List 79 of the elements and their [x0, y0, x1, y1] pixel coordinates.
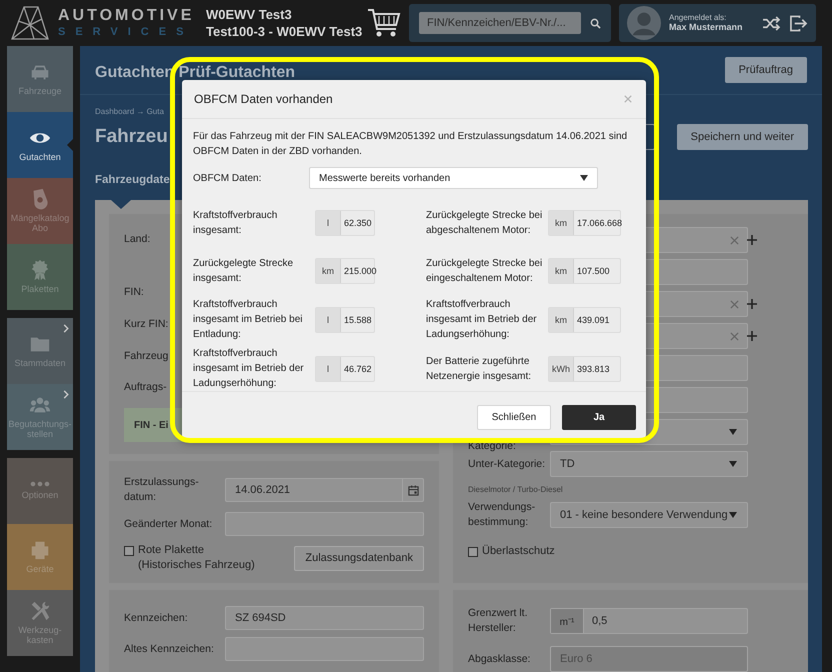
logo-name: AUTOMOTIVE: [58, 8, 194, 24]
dialog-title: OBFCM Daten vorhanden: [194, 92, 333, 106]
close-button[interactable]: Schließen: [477, 404, 551, 430]
reading-field[interactable]: km 215.000: [315, 258, 375, 284]
reading-field[interactable]: km 17.066.668: [548, 210, 621, 236]
user-name: Max Mustermann: [669, 22, 744, 33]
confirm-button[interactable]: Ja: [562, 404, 636, 430]
field-label: Geänderter Monat:: [124, 516, 214, 532]
card-notch: [111, 200, 131, 209]
input-field[interactable]: [225, 637, 424, 661]
input-field[interactable]: SZ 694SD: [225, 606, 424, 630]
logout-icon[interactable]: [789, 14, 808, 32]
caret-icon: [580, 175, 588, 181]
registration-database-button[interactable]: Zulassungsdatenbank: [294, 546, 424, 570]
selection-notch: [67, 139, 73, 151]
field-label: Kurz FIN:: [124, 317, 168, 332]
add-icon[interactable]: [747, 299, 757, 309]
reading-label: Der Batterie zugeführte Netzenergie insgesamt:: [426, 354, 532, 384]
reading-label: Zurückgelegte Strecke bei abgeschaltenem Motor:: [426, 209, 544, 238]
select-field[interactable]: TD: [550, 451, 748, 477]
logo-icon: [10, 5, 50, 41]
select-field[interactable]: Messwerte bereits vorhanden: [309, 167, 598, 189]
caret-icon: [729, 429, 737, 435]
field-label: Grenzwert lt. Hersteller:: [468, 606, 529, 636]
field-label: Verwendungs-bestimmung:: [468, 500, 536, 530]
reading-label: Kraftstoffverbrauch insgesamt im Betrieb der Ladungserhöhung:: [426, 298, 538, 342]
reading-field[interactable]: l 46.762: [315, 356, 375, 382]
reading-field[interactable]: l 15.588: [315, 306, 375, 332]
checkbox-label: Rote Plakette (Historisches Fahrzeug): [138, 543, 256, 573]
reading-label: Zurückgelegte Strecke bei eingeschaltenem Motor:: [426, 257, 544, 286]
search-field[interactable]: FIN/Kennzeichen/EBV-Nr./...: [419, 12, 582, 34]
field-label: Land:: [124, 232, 150, 247]
reading-field[interactable]: kWh 393.813: [548, 356, 621, 382]
avatar-icon: [627, 6, 661, 40]
page-heading: Fahrzeu: [95, 126, 168, 148]
field-label: Abgasklasse:: [468, 652, 532, 666]
field-label: Altes Kennzeichen:: [124, 642, 215, 656]
dialog-message: Für das Fahrzeug mit der FIN SALEACBW9M2051392 und Erstzulassungsdatum 14.06.2021 sind OBFCM Daten in der ZBD vorhanden.: [193, 130, 628, 159]
reading-field[interactable]: km 439.091: [548, 306, 621, 332]
add-icon[interactable]: [747, 331, 757, 341]
section-title: Fahrzeugdate: [95, 174, 170, 186]
shuffle-icon[interactable]: [762, 16, 781, 30]
reading-label: Zurückgelegte Strecke insgesamt:: [193, 257, 294, 286]
dots-icon: [30, 481, 50, 488]
checkbox-label: Überlastschutz: [482, 544, 556, 559]
field-label: OBFCM Daten:: [193, 172, 262, 184]
checkbox[interactable]: [124, 546, 134, 556]
context-line: Test100-3 - W0EWV Test3: [206, 23, 361, 40]
checkbox[interactable]: [468, 547, 478, 557]
add-icon[interactable]: [747, 235, 757, 245]
field-label: Auftrags-: [124, 380, 167, 395]
field-label: Kennzeichen:: [124, 610, 189, 626]
reading-field[interactable]: l 62.350: [315, 210, 375, 236]
context-line: W0EWV Test3: [206, 6, 293, 23]
reading-label: Kraftstoffverbrauch insgesamt:: [193, 209, 278, 238]
field-label: Erstzulassungs-datum:: [124, 475, 200, 505]
field-hint: Dieselmotor / Turbo-Diesel: [468, 485, 564, 494]
field-label: Kategorie:: [468, 439, 517, 454]
input-field[interactable]: [225, 512, 424, 536]
cart-icon[interactable]: [367, 7, 401, 39]
select-field[interactable]: 01 - keine besondere Verwendung: [550, 502, 748, 528]
input-field[interactable]: m⁻¹ 0,5: [550, 608, 748, 634]
order-button[interactable]: Prüfauftrag: [724, 57, 807, 83]
logo-tagline: SERVICES: [58, 27, 194, 38]
sidebar-item[interactable]: Gutachten: [7, 112, 73, 178]
field-label: Unter-Kategorie:: [468, 456, 546, 472]
caret-icon: [729, 461, 737, 467]
breadcrumb: Dashboard → Guta: [95, 107, 164, 116]
reading-label: Kraftstoffverbrauch insgesamt im Betrieb bei Entladung:: [193, 298, 304, 342]
caret-icon: [729, 512, 737, 518]
reading-field[interactable]: km 107.500: [548, 258, 621, 284]
calendar-icon[interactable]: [408, 484, 418, 496]
reading-label: Kraftstoffverbrauch insgesamt im Betrieb der Ladungserhöhung:: [193, 347, 305, 391]
field-label: Fahrzeug: [124, 349, 168, 364]
search-icon[interactable]: [590, 18, 601, 28]
field-label: FIN:: [124, 285, 144, 300]
date-field[interactable]: 14.06.2021: [225, 478, 424, 502]
login-caption: Angemeldet als:: [669, 13, 728, 22]
save-continue-button[interactable]: Speichern und weiter: [676, 124, 808, 150]
